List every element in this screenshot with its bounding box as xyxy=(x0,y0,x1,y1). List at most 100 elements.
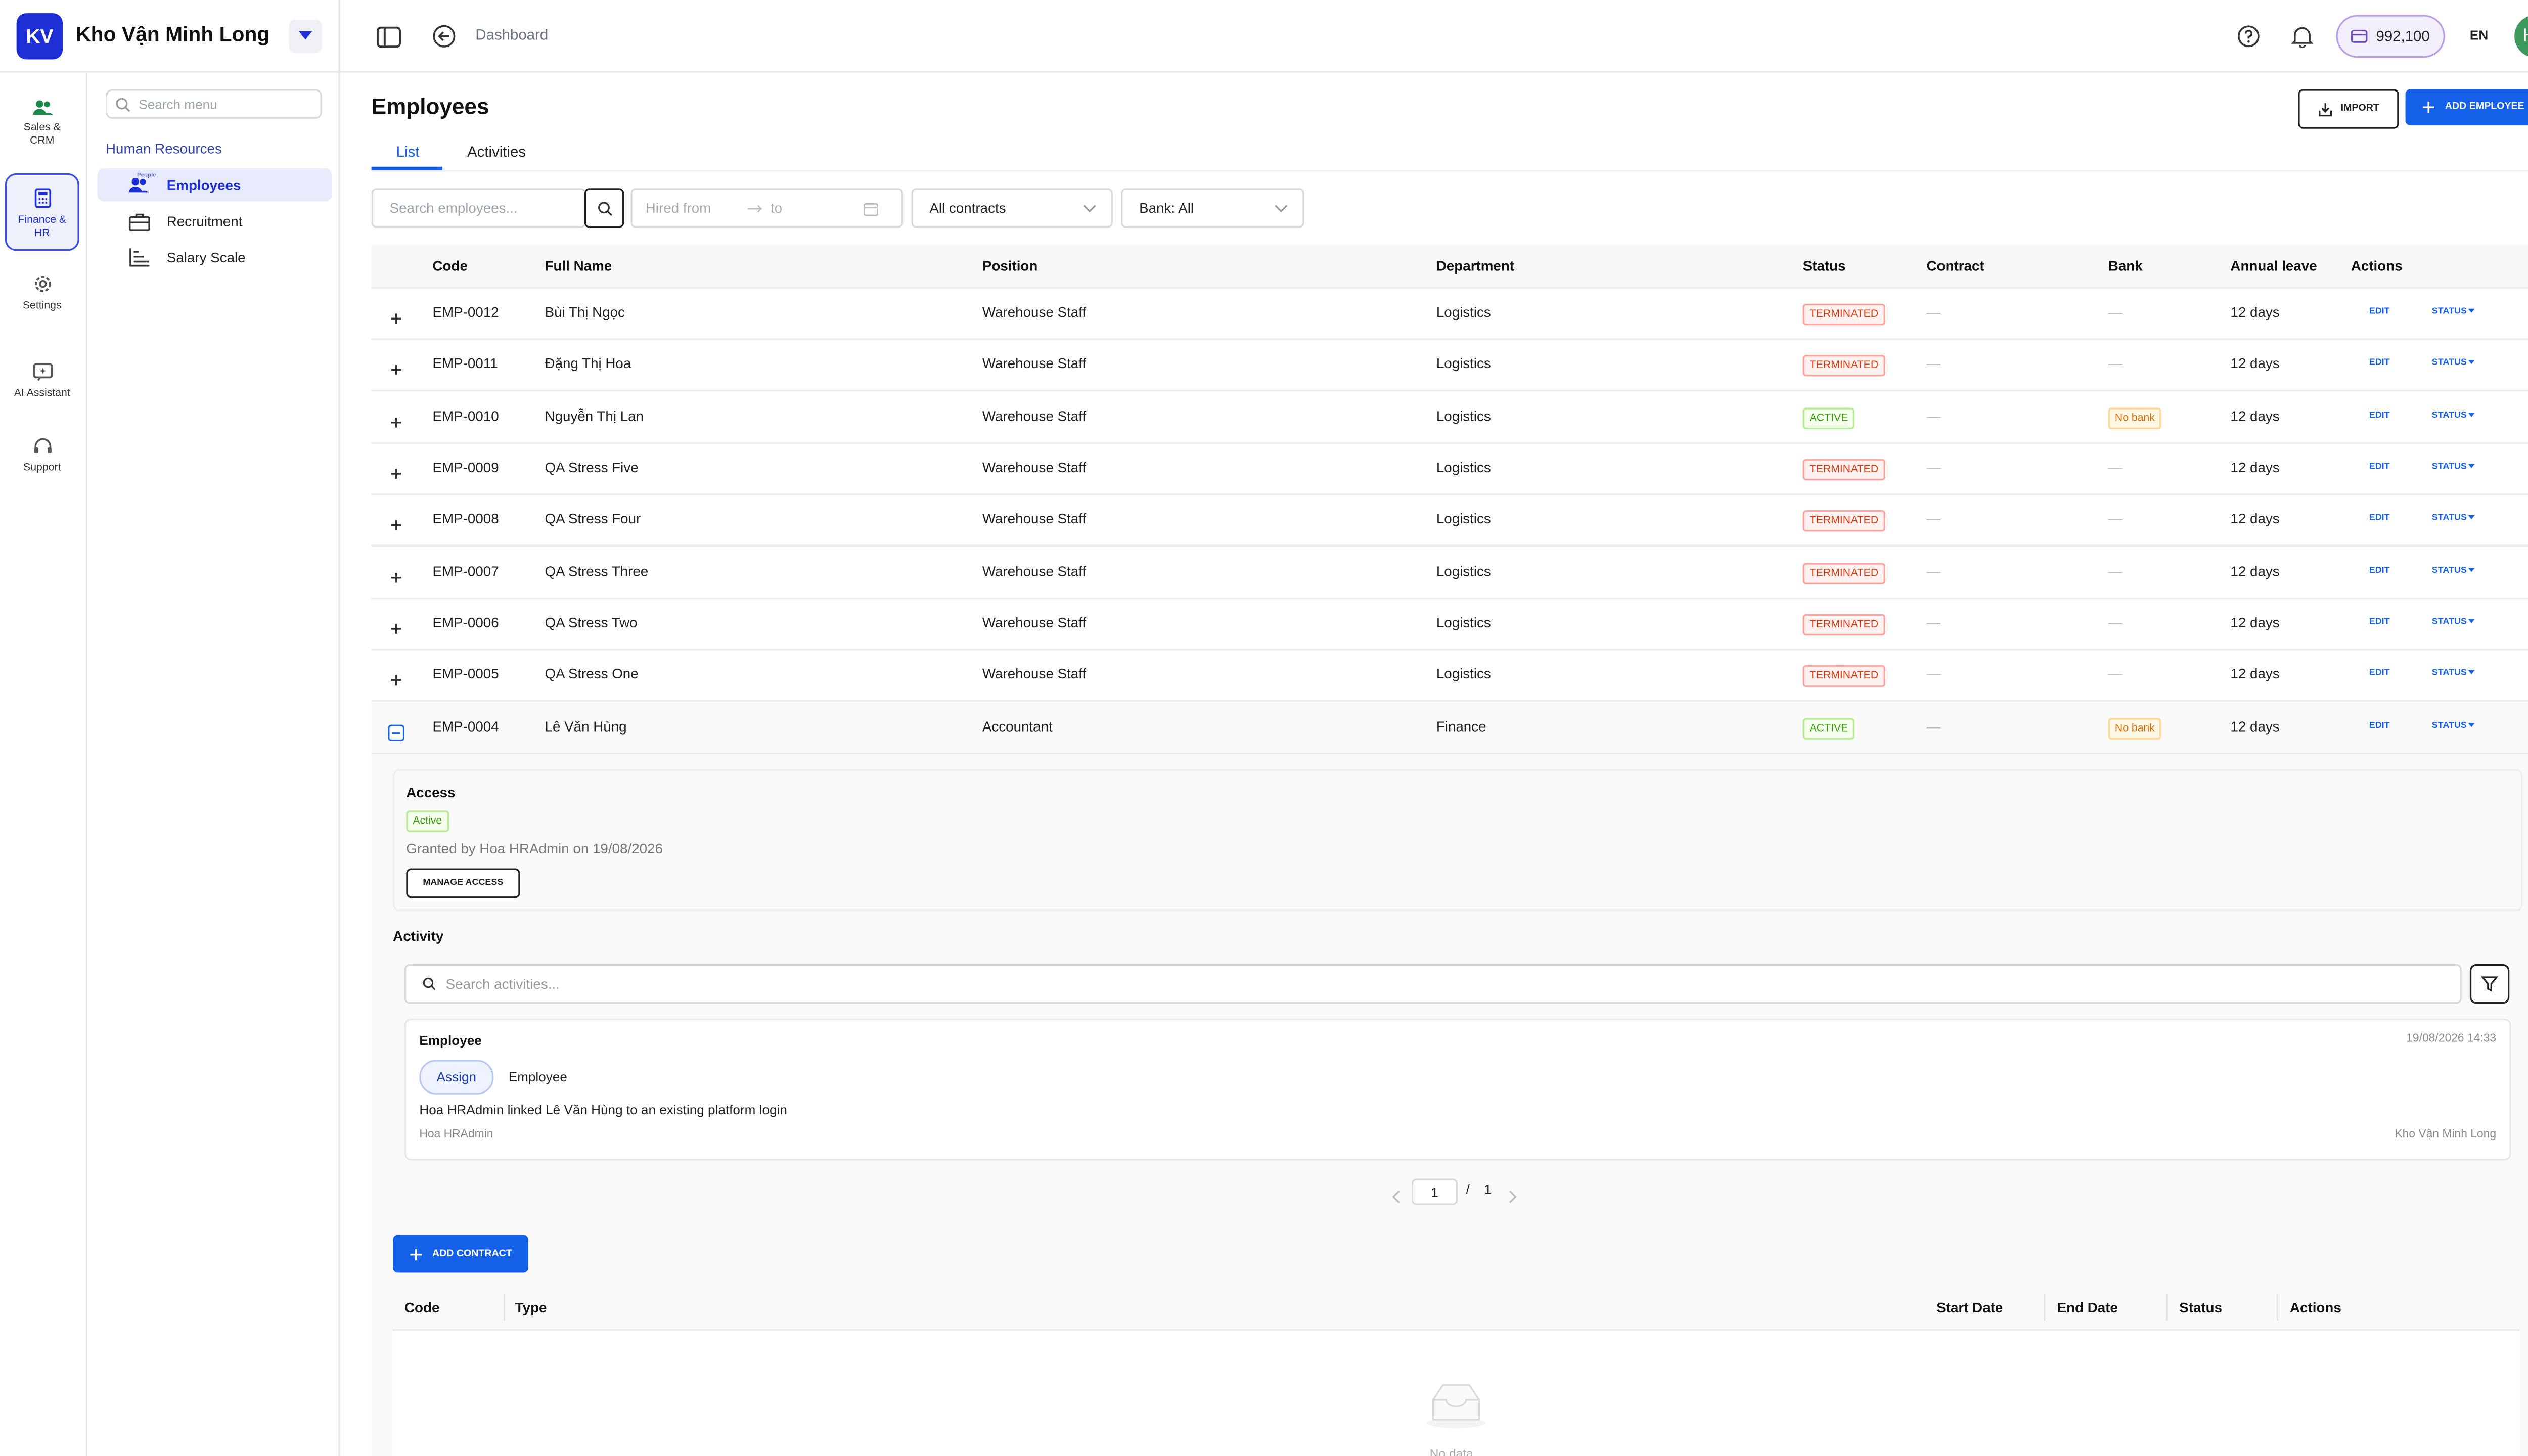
credits-balance[interactable]: 992,100 xyxy=(2336,15,2445,58)
column-header-status[interactable]: Status xyxy=(1803,257,1846,274)
hired-to-placeholder: to xyxy=(770,200,783,216)
rail-item-settings[interactable]: Settings xyxy=(5,274,79,324)
expand-row-button[interactable] xyxy=(388,667,404,697)
user-avatar[interactable]: HH xyxy=(2514,15,2528,58)
column-header-annual-leave[interactable]: Annual leave xyxy=(2230,257,2317,274)
column-header-contract[interactable]: Contract xyxy=(1927,257,1984,274)
menu-item-employees[interactable]: People Employees xyxy=(97,168,332,202)
contract-column-code: Code xyxy=(404,1299,440,1316)
pagination-prev-button[interactable] xyxy=(1392,1182,1402,1212)
bank-filter-select[interactable]: Bank: All xyxy=(1121,188,1304,228)
add-employee-button[interactable]: ADD EMPLOYEE xyxy=(2405,89,2528,126)
status-menu-button[interactable]: STATUS xyxy=(2432,514,2475,523)
collapse-row-button[interactable] xyxy=(388,720,404,750)
table-row[interactable]: EMP-0009 QA Stress Five Warehouse Staff Log… xyxy=(371,442,2528,495)
annual-leave-cell: 12 days xyxy=(2230,718,2280,735)
notifications-button[interactable] xyxy=(2288,23,2315,50)
table-row[interactable]: EMP-0011 Đặng Thị Hoa Warehouse Staff Logis… xyxy=(371,338,2528,391)
expand-row-button[interactable] xyxy=(388,461,404,490)
column-header-code[interactable]: Code xyxy=(433,257,468,274)
status-menu-button[interactable]: STATUS xyxy=(2432,566,2475,576)
add-contract-button[interactable]: ADD CONTRACT xyxy=(393,1235,528,1273)
menu-item-recruitment[interactable]: Recruitment xyxy=(98,205,332,238)
menu-divider xyxy=(338,0,340,1456)
contract-column-actions: Actions xyxy=(2289,1299,2341,1316)
status-badge: TERMINATED xyxy=(1802,510,1885,532)
employee-name: Bùi Thị Ngọc xyxy=(545,303,625,321)
edit-employee-button[interactable]: EDIT xyxy=(2369,721,2390,732)
breadcrumb[interactable]: Dashboard xyxy=(475,26,548,43)
column-header-department[interactable]: Department xyxy=(1436,257,1514,274)
edit-employee-button[interactable]: EDIT xyxy=(2369,617,2390,627)
edit-employee-button[interactable]: EDIT xyxy=(2369,307,2390,317)
status-menu-button[interactable]: STATUS xyxy=(2432,411,2475,421)
expand-row-button[interactable] xyxy=(388,616,404,646)
table-row[interactable]: EMP-0010 Nguyễn Thị Lan Warehouse Staff Log… xyxy=(371,391,2528,444)
menu-search-input[interactable]: Search menu xyxy=(105,89,322,119)
chevron-down-icon xyxy=(1083,204,1096,212)
rail-label: Settings xyxy=(22,300,62,312)
status-menu-label: STATUS xyxy=(2431,721,2467,732)
rail-item-support[interactable]: Support xyxy=(5,437,79,487)
status-menu-label: STATUS xyxy=(2431,668,2467,679)
status-menu-button[interactable]: STATUS xyxy=(2432,358,2475,368)
menu-item-salary-scale[interactable]: Salary Scale xyxy=(98,241,332,274)
expand-row-button[interactable] xyxy=(388,305,404,335)
edit-employee-button[interactable]: EDIT xyxy=(2369,514,2390,524)
table-row[interactable]: EMP-0007 QA Stress Three Warehouse Staff Lo… xyxy=(371,547,2528,600)
status-badge: TERMINATED xyxy=(1802,614,1885,636)
employee-search-button[interactable] xyxy=(584,188,624,228)
menu-search-placeholder: Search menu xyxy=(139,97,217,112)
sidebar-toggle-button[interactable] xyxy=(375,23,401,50)
edit-employee-button[interactable]: EDIT xyxy=(2369,668,2390,678)
column-header-position[interactable]: Position xyxy=(982,257,1037,274)
column-header-bank[interactable]: Bank xyxy=(2108,257,2143,274)
module-rail: Sales & CRM Finance & HR Settings AI Assis… xyxy=(0,72,88,1456)
pagination-next-button[interactable] xyxy=(1507,1182,1517,1212)
employee-department: Logistics xyxy=(1436,614,1491,631)
rail-item-finance-hr[interactable]: Finance & HR xyxy=(5,173,79,251)
contract-filter-select[interactable]: All contracts xyxy=(911,188,1113,228)
activity-search-input[interactable]: Search activities... xyxy=(404,964,2462,1004)
import-button[interactable]: IMPORT xyxy=(2298,89,2399,129)
access-granted-text: Granted by Hoa HRAdmin on 19/08/2026 xyxy=(406,840,663,857)
tab-activities[interactable]: Activities xyxy=(467,144,526,160)
tab-list[interactable]: List xyxy=(396,144,420,160)
rail-item-sales-crm[interactable]: Sales & CRM xyxy=(5,99,79,162)
table-row[interactable]: EMP-0004 Lê Văn Hùng Accountant Finance ACTI… xyxy=(371,701,2528,755)
table-row[interactable]: EMP-0008 QA Stress Four Warehouse Staff Log… xyxy=(371,493,2528,547)
activity-filter-button[interactable] xyxy=(2469,964,2510,1004)
edit-employee-button[interactable]: EDIT xyxy=(2369,566,2390,576)
pagination-page-input[interactable]: 1 xyxy=(1411,1178,1458,1205)
edit-employee-button[interactable]: EDIT xyxy=(2369,358,2390,369)
expand-row-button[interactable] xyxy=(388,356,404,386)
status-menu-label: STATUS xyxy=(2431,411,2467,421)
status-menu-button[interactable]: STATUS xyxy=(2432,462,2475,472)
edit-employee-button[interactable]: EDIT xyxy=(2369,462,2390,472)
help-button[interactable] xyxy=(2235,23,2262,50)
status-menu-button[interactable]: STATUS xyxy=(2432,307,2475,317)
table-row[interactable]: EMP-0005 QA Stress One Warehouse Staff Logi… xyxy=(371,649,2528,702)
expand-row-button[interactable] xyxy=(388,565,404,595)
expand-row-button[interactable] xyxy=(388,512,404,541)
rail-item-ai-assistant[interactable]: AI Assistant xyxy=(5,363,79,413)
company-switcher-button[interactable] xyxy=(289,20,322,53)
briefcase-icon xyxy=(128,213,150,231)
contract-cell: — xyxy=(1926,665,1941,682)
status-menu-button[interactable]: STATUS xyxy=(2432,668,2475,678)
employee-search-input[interactable]: Search employees... xyxy=(371,188,586,228)
table-row[interactable]: EMP-0006 QA Stress Two Warehouse Staff Logi… xyxy=(371,598,2528,651)
employee-department: Logistics xyxy=(1436,665,1491,682)
status-menu-button[interactable]: STATUS xyxy=(2432,617,2475,627)
column-header-full-name[interactable]: Full Name xyxy=(545,257,612,274)
back-button[interactable] xyxy=(431,23,457,50)
edit-employee-button[interactable]: EDIT xyxy=(2369,411,2390,421)
manage-access-button[interactable]: MANAGE ACCESS xyxy=(406,868,520,898)
table-row[interactable]: EMP-0012 Bùi Thị Ngọc Warehouse Staff Logis… xyxy=(371,287,2528,340)
language-switcher[interactable]: EN xyxy=(2470,28,2488,43)
expand-row-button[interactable] xyxy=(388,410,404,439)
company-logo[interactable]: KV xyxy=(16,13,63,60)
hired-date-range[interactable]: Hired from to xyxy=(630,188,904,228)
employee-department: Logistics xyxy=(1436,563,1491,580)
status-menu-button[interactable]: STATUS xyxy=(2432,721,2475,732)
